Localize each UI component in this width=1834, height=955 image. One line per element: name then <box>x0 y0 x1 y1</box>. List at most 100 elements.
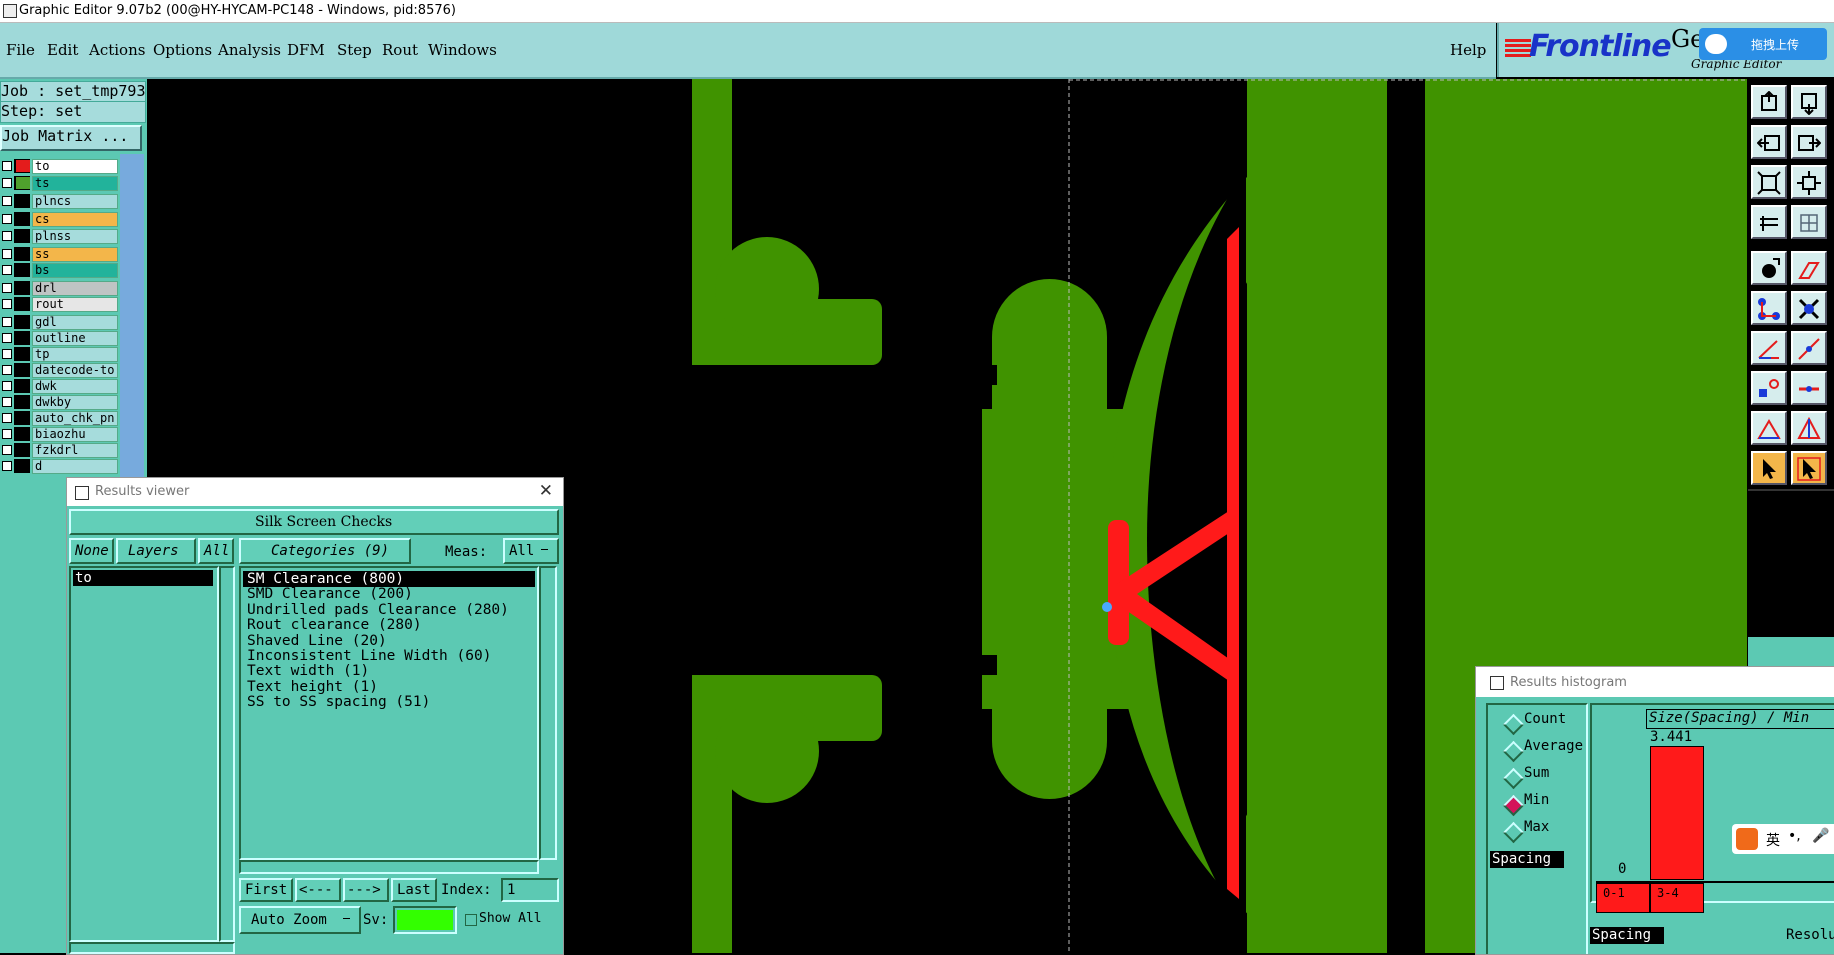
layer-row-d[interactable]: d <box>0 459 118 474</box>
menu-analysis[interactable]: Analysis <box>218 41 281 59</box>
sum-radio[interactable] <box>1502 767 1525 790</box>
next-button[interactable]: ---> <box>343 878 389 902</box>
zoom-move-icon[interactable] <box>1791 165 1827 199</box>
last-button[interactable]: Last <box>391 878 437 902</box>
ime-toolbar[interactable]: 英 •, 🎤 <box>1732 824 1834 854</box>
select-surface-icon[interactable] <box>1791 251 1827 285</box>
pointer-select-icon[interactable] <box>1791 451 1827 485</box>
layer-checkbox[interactable] <box>2 317 12 327</box>
pan-right-icon[interactable] <box>1791 125 1827 159</box>
layer-list-hscrollbar[interactable] <box>69 942 235 954</box>
measure-selection[interactable]: Spacing <box>1490 851 1564 868</box>
line-horizontal-icon[interactable] <box>1791 371 1827 405</box>
layer-row-ts[interactable]: ts <box>0 176 118 191</box>
point-snap-icon[interactable] <box>1751 371 1787 405</box>
max-radio[interactable] <box>1502 821 1525 844</box>
category-hscrollbar[interactable] <box>239 860 539 874</box>
layer-row-outline[interactable]: outline <box>0 331 118 346</box>
job-matrix-button[interactable]: Job Matrix ... <box>0 125 142 151</box>
layer-checkbox[interactable] <box>2 365 12 375</box>
menu-help[interactable]: Help <box>1450 41 1486 59</box>
layer-row-dwk[interactable]: dwk <box>0 379 118 394</box>
category-item[interactable]: Rout clearance (280) <box>247 617 422 633</box>
layer-checkbox[interactable] <box>2 196 12 206</box>
layer-row-drl[interactable]: drl <box>0 281 118 296</box>
layer-checkbox[interactable] <box>2 265 12 275</box>
menu-dfm[interactable]: DFM <box>287 41 325 59</box>
count-radio[interactable] <box>1502 713 1525 736</box>
layer-row-plncs[interactable]: plncs <box>0 194 118 209</box>
layer-list-scrollbar[interactable] <box>219 566 235 942</box>
category-scrollbar[interactable] <box>539 566 557 860</box>
layer-row-rout[interactable]: rout <box>0 297 118 312</box>
category-item[interactable]: SMD Clearance (200) <box>247 586 413 602</box>
layer-checkbox[interactable] <box>2 397 12 407</box>
auto-zoom-dropdown[interactable]: Auto Zoom ⎯ <box>239 906 361 934</box>
prev-button[interactable]: <--- <box>295 878 341 902</box>
menu-rout[interactable]: Rout <box>382 41 418 59</box>
none-button[interactable]: None <box>69 538 114 564</box>
category-item[interactable]: SM Clearance (800) <box>247 571 404 587</box>
layer-checkbox[interactable] <box>2 349 12 359</box>
bin-3-4[interactable]: 3-4 <box>1650 883 1704 913</box>
select-cross-icon[interactable] <box>1791 291 1827 325</box>
layer-row-datecode-to[interactable]: datecode-to <box>0 363 118 378</box>
layer-row-to[interactable]: to <box>0 159 118 174</box>
layer-row-auto_chk_pn[interactable]: auto_chk_pn <box>0 411 118 426</box>
menu-actions[interactable]: Actions <box>89 41 145 59</box>
sv-color-dropdown[interactable] <box>393 906 457 934</box>
grid-icon[interactable] <box>1791 205 1827 239</box>
layer-row-plnss[interactable]: plnss <box>0 229 118 244</box>
menu-windows[interactable]: Windows <box>428 41 497 59</box>
line-angle-icon[interactable] <box>1751 331 1787 365</box>
layer-row-dwkby[interactable]: dwkby <box>0 395 118 410</box>
select-points-icon[interactable] <box>1751 291 1787 325</box>
triangle-icon[interactable] <box>1751 411 1787 445</box>
layer-checkbox[interactable] <box>2 283 12 293</box>
layer-row-biaozhu[interactable]: biaozhu <box>0 427 118 442</box>
layer-row-ss[interactable]: ss <box>0 247 118 262</box>
meas-dropdown[interactable]: All ⎯ <box>503 538 559 564</box>
layer-checkbox[interactable] <box>2 178 12 188</box>
bin-0-1[interactable]: 0-1 <box>1596 883 1650 913</box>
layer-row-gdl[interactable]: gdl <box>0 315 118 330</box>
average-radio[interactable] <box>1502 740 1525 763</box>
layer-checkbox[interactable] <box>2 381 12 391</box>
menu-file[interactable]: File <box>6 41 35 59</box>
layer-checkbox[interactable] <box>2 461 12 471</box>
layer-checkbox[interactable] <box>2 413 12 423</box>
zoom-fit-icon[interactable] <box>1751 165 1787 199</box>
layer-row-cs[interactable]: cs <box>0 212 118 227</box>
min-radio[interactable] <box>1502 794 1525 817</box>
layer-checkbox[interactable] <box>2 214 12 224</box>
layer-checkbox[interactable] <box>2 231 12 241</box>
upload-button[interactable]: 拖拽上传 <box>1699 28 1827 60</box>
bottom-measure-selection[interactable]: Spacing <box>1590 927 1664 944</box>
zoom-down-icon[interactable] <box>1791 85 1827 119</box>
measure-tool-icon[interactable] <box>1751 205 1787 239</box>
all-layers-button[interactable]: All <box>198 538 234 564</box>
close-icon[interactable]: ✕ <box>539 481 553 501</box>
pan-left-icon[interactable] <box>1751 125 1787 159</box>
menu-edit[interactable]: Edit <box>47 41 78 59</box>
layer-row-bs[interactable]: bs <box>0 263 118 278</box>
first-button[interactable]: First <box>239 878 293 902</box>
layer-checkbox[interactable] <box>2 161 12 171</box>
layer-list-item[interactable]: to <box>73 570 213 586</box>
show-all-checkbox[interactable] <box>465 914 477 926</box>
category-item[interactable]: SS to SS spacing (51) <box>247 694 430 710</box>
layer-checkbox[interactable] <box>2 249 12 259</box>
category-item[interactable]: Text height (1) <box>247 679 378 695</box>
menu-step[interactable]: Step <box>337 41 372 59</box>
category-item[interactable]: Inconsistent Line Width (60) <box>247 648 491 664</box>
layer-row-tp[interactable]: tp <box>0 347 118 362</box>
triangle-split-icon[interactable] <box>1791 411 1827 445</box>
index-input[interactable]: 1 <box>501 878 559 902</box>
category-item[interactable]: Text width (1) <box>247 663 369 679</box>
layer-checkbox[interactable] <box>2 333 12 343</box>
category-item[interactable]: Shaved Line (20) <box>247 633 387 649</box>
menu-options[interactable]: Options <box>153 41 212 59</box>
layer-checkbox[interactable] <box>2 299 12 309</box>
zoom-home-icon[interactable] <box>1751 85 1787 119</box>
pointer-icon[interactable] <box>1751 451 1787 485</box>
